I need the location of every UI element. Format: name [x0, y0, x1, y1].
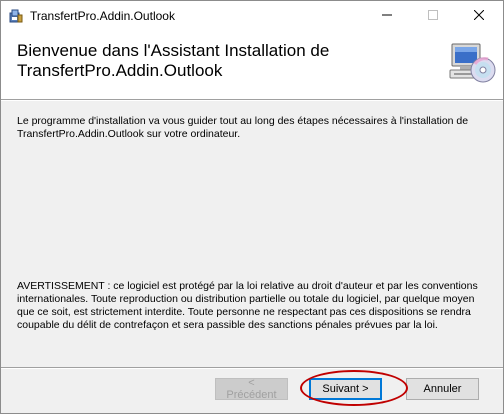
next-button[interactable]: Suivant >	[309, 378, 382, 400]
close-button[interactable]	[456, 1, 502, 31]
close-icon	[473, 7, 485, 25]
maximize-icon	[428, 7, 438, 25]
minimize-button[interactable]	[364, 1, 410, 31]
wizard-header: Bienvenue dans l'Assistant Installation …	[1, 31, 503, 100]
previous-button[interactable]: < Précédent	[215, 377, 288, 401]
intro-text: Le programme d'installation va vous guid…	[17, 115, 469, 140]
computer-cd-icon	[448, 40, 496, 88]
page-title: Bienvenue dans l'Assistant Installation …	[17, 41, 330, 80]
cancel-button[interactable]: Annuler	[406, 378, 479, 400]
maximize-button	[410, 1, 456, 31]
copyright-warning-text: AVERTISSEMENT : ce logiciel est protégé …	[17, 280, 478, 331]
installer-window: TransfertPro.Addin.Outlook Bienvenue dan…	[0, 0, 504, 414]
minimize-icon	[382, 7, 392, 25]
installer-app-icon	[8, 8, 24, 24]
window-title: TransfertPro.Addin.Outlook	[30, 9, 175, 23]
title-bar[interactable]: TransfertPro.Addin.Outlook	[1, 1, 503, 31]
footer-divider-highlight	[1, 368, 503, 369]
header-divider	[1, 100, 503, 101]
